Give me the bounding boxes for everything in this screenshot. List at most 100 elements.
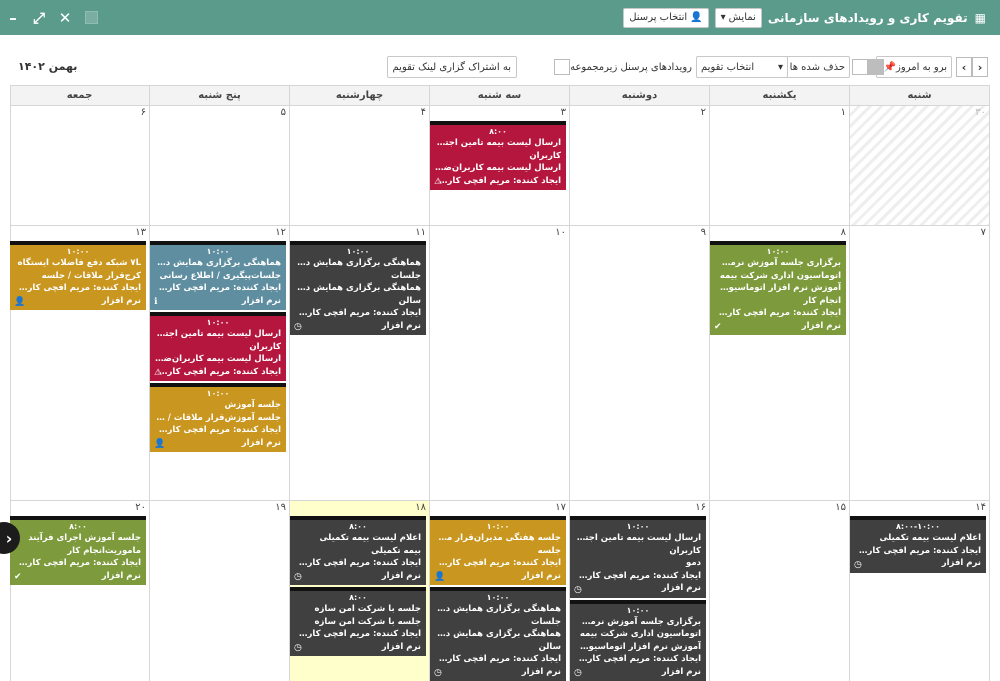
- event-text-line: کاربران: [529, 150, 561, 161]
- day-number: ۴: [420, 107, 426, 118]
- calendar-event[interactable]: ۸:۰۰ جلسه با شرکت امن سازه جلسه با شرکت ام…: [290, 587, 426, 656]
- day-cell[interactable]: ۲۰ ۸:۰۰ جلسه آموزش اجرای فرآیند ماموریت‌انج…: [10, 501, 150, 681]
- event-text-line: برگزاری جلسه آموزش نرمن افزار: [715, 258, 841, 268]
- day-cell[interactable]: ۱۲ ۱۰:۰۰ هماهنگی برگزاری همایش در سالن جلسا…: [150, 226, 290, 501]
- calendar-event[interactable]: ۱۰:۰۰ برگزاری جلسه آموزش نرمن افزار اتوماس…: [710, 241, 846, 335]
- day-cell[interactable]: ۱۱ ۱۰:۰۰ هماهنگی برگزاری همایش در سالن جلسا…: [290, 226, 430, 501]
- calendar-event[interactable]: ۱۰:۰۰ ارسال لیست بیمه تامین اجتماعی کاربرا…: [150, 312, 286, 381]
- weekday-header-cell: پنج شنبه: [150, 86, 290, 106]
- event-status-icon: ◷: [294, 322, 302, 332]
- weekday-header: شنبه یکشنبه دوشنبه سه شنبه چهارشنبه پنج شنبه ج…: [10, 86, 990, 106]
- calendar-select[interactable]: انتخاب تقویم ▾: [696, 56, 788, 78]
- select-staff-button[interactable]: 👤 انتخاب پرسنل: [623, 7, 709, 28]
- event-text-line: ایجاد کننده: مریم افچی کارشناس: [155, 283, 281, 293]
- event-time: ۸:۰۰-۱۰:۰۰: [896, 522, 940, 531]
- event-text-line: ایجاد کننده: مریم افچی کارشناس: [295, 308, 421, 318]
- day-cell[interactable]: ۸ ۱۰:۰۰ برگزاری جلسه آموزش نرمن افزار اتوما…: [710, 226, 850, 501]
- day-cell[interactable]: ۱: [710, 106, 850, 226]
- event-text-line: اتوماسیون اداری شرکت بیمه: [719, 270, 841, 281]
- minimize-icon[interactable]: –: [0, 0, 26, 35]
- calendar-event[interactable]: ۱۰:۰۰برگزاری جلسه آموزش نرمن افزاراتوماس…: [570, 599, 706, 681]
- event-list: ۱۰:۰۰ ارسال لیست بیمه تامین اجتماعی کاربرا…: [570, 516, 709, 681]
- calendar-event[interactable]: ۸:۰۰ ارسال لیست بیمه تامین اجتماعی کاربران…: [430, 121, 566, 190]
- show-dropdown-button[interactable]: نمایش ▾: [714, 7, 762, 28]
- event-text-line: اعلام لیست بیمه تکمیلی: [319, 533, 421, 543]
- event-text-line: اعلام لیست بیمه تکمیلی: [879, 533, 981, 543]
- event-text-line: ایجاد کننده: مریم افچی کارشناس: [155, 425, 281, 435]
- day-cell[interactable]: ۱۳ ۱۰:۰۰ ۷L شبکه دفع فاضلاب ایستگاه کرج‌قرا…: [10, 226, 150, 501]
- day-number: ۱۷: [555, 502, 566, 513]
- event-text-line: آموزش نرم افزار اتوماسیون ادار...: [715, 283, 841, 293]
- event-text-line: نرم افزار: [381, 641, 421, 652]
- day-cell-today[interactable]: ۱۸ ۸:۰۰ اعلام لیست بیمه تکمیلی بیمه تکمیلی ا…: [290, 501, 430, 681]
- close-icon[interactable]: ✕: [52, 0, 78, 35]
- event-time: ۱۰:۰۰: [486, 593, 510, 602]
- event-text-line: جلسه: [537, 545, 561, 556]
- event-text-line: جلسه آموزش‌قرار ملاقات / جلسه: [155, 412, 281, 423]
- day-cell[interactable]: ۷: [850, 226, 990, 501]
- calendar-event[interactable]: ۱۰:۰۰ هماهنگی برگزاری همایش در سالن جلسات ه…: [430, 587, 566, 681]
- event-text-line: نرم افزار: [381, 320, 421, 331]
- day-cell[interactable]: ۱۶ ۱۰:۰۰ ارسال لیست بیمه تامین اجتماعی کارب…: [570, 501, 710, 681]
- day-cell[interactable]: ۴: [290, 106, 430, 226]
- window-square-button[interactable]: [78, 0, 104, 35]
- day-cell[interactable]: ۱۷ ۱۰:۰۰ جلسه هفتگی مدیران‌قرار ملاقات / جل…: [430, 501, 570, 681]
- event-text-line: ایجاد کننده: مریم افچی کارشناس: [575, 654, 701, 664]
- calendar-event[interactable]: ۱۰:۰۰ ۷L شبکه دفع فاضلاب ایستگاه کرج‌قرار …: [10, 241, 146, 310]
- event-list: ۸:۰۰ اعلام لیست بیمه تکمیلی بیمه تکمیلی ایج…: [290, 516, 429, 658]
- deleted-label-box[interactable]: حذف شده ها: [784, 56, 850, 78]
- day-number: ۹: [700, 227, 706, 238]
- event-status-icon: ◷: [294, 572, 302, 582]
- event-text-line: جلسه آموزش اجرای فرآیند: [28, 533, 141, 543]
- calendar-event[interactable]: ۸:۰۰ اعلام لیست بیمه تکمیلی بیمه تکمیلی ایج…: [290, 516, 426, 585]
- calendar-event[interactable]: ۱۰:۰۰ هماهنگی برگزاری همایش در سالن جلسات ه…: [290, 241, 426, 335]
- subordinate-checkbox[interactable]: [554, 59, 571, 75]
- prev-arrow-icon[interactable]: ‹: [956, 57, 972, 77]
- day-number: ۱۲: [275, 227, 286, 238]
- weeks-container: ۳۰ ۱ ۲ ۳ ۸:۰۰ ارسال لیست بیمه تامین اجتماعی کا…: [10, 106, 990, 681]
- day-cell[interactable]: ۱۴ ۸:۰۰-۱۰:۰۰ اعلام لیست بیمه تکمیلی ایجاد …: [850, 501, 990, 681]
- calendar-event[interactable]: ۸:۰۰ جلسه آموزش اجرای فرآیند ماموریت‌انجام…: [10, 516, 146, 585]
- expand-icon[interactable]: ⤢: [26, 0, 52, 35]
- share-link-button[interactable]: به اشتراک گزاری لینک تقویم: [386, 56, 517, 78]
- day-cell[interactable]: ۱۰: [430, 226, 570, 501]
- event-status-icon: ⚠: [154, 368, 163, 378]
- day-cell[interactable]: ۳ ۸:۰۰ ارسال لیست بیمه تامین اجتماعی کاربرا…: [430, 106, 570, 226]
- calendar-event[interactable]: ۸:۰۰-۱۰:۰۰ اعلام لیست بیمه تکمیلی ایجاد کن…: [850, 516, 986, 573]
- day-cell[interactable]: ۱۹: [150, 501, 290, 681]
- event-text-line: جلسات: [531, 616, 561, 627]
- subordinate-toggle[interactable]: رویدادهای پرسنل زیرمجموعه: [549, 56, 692, 78]
- current-month: بهمن ۱۴۰۲: [18, 60, 78, 73]
- day-cell[interactable]: ۳۰: [850, 106, 990, 226]
- calendar-event[interactable]: ۱۰:۰۰ هماهنگی برگزاری همایش در سالن جلسات‌…: [150, 241, 286, 310]
- calendar-event[interactable]: ۱۰:۰۰ جلسه هفتگی مدیران‌قرار ملاقات / جلسه…: [430, 516, 566, 585]
- event-text-line: ایجاد کننده: مریم افچی کارشناس: [15, 283, 141, 293]
- event-text-line: ارسال لیست بیمه کاربران‌ضروری: [435, 163, 561, 173]
- day-cell[interactable]: ۶: [10, 106, 150, 226]
- calendar-event[interactable]: ۱۰:۰۰ ارسال لیست بیمه تامین اجتماعی کاربرا…: [570, 516, 706, 598]
- event-text-line: جلسات: [391, 270, 421, 281]
- deleted-toggle[interactable]: [852, 56, 886, 78]
- event-text-line: بیمه تکمیلی: [371, 545, 421, 556]
- weekday-header-cell: دوشنبه: [570, 86, 710, 106]
- event-status-icon: ✔: [14, 572, 22, 582]
- day-cell[interactable]: ۹: [570, 226, 710, 501]
- event-text-line: ایجاد کننده: مریم افچی کارشناس: [155, 366, 281, 377]
- event-text-line: ایجاد کننده: مریم افچی کارشناس: [435, 175, 561, 186]
- day-number: ۱۹: [275, 502, 286, 513]
- event-text-line: نرم افزار: [661, 583, 701, 593]
- deleted-checkbox[interactable]: [852, 59, 868, 75]
- day-cell[interactable]: ۵: [150, 106, 290, 226]
- share-link-label: به اشتراک گزاری لینک تقویم: [392, 61, 511, 73]
- day-cell[interactable]: ۲: [570, 106, 710, 226]
- event-text-line: هماهنگی برگزاری همایش در سالن: [435, 604, 561, 614]
- event-text-line: نرم افزار: [941, 558, 981, 568]
- next-arrow-icon[interactable]: ›: [972, 57, 988, 77]
- go-today-button[interactable]: 📌 برو به امروز: [875, 56, 952, 78]
- day-number: ۳۰: [975, 107, 986, 118]
- day-cell[interactable]: ۱۵: [710, 501, 850, 681]
- calendar-event[interactable]: ۱۰:۰۰ جلسه آموزش جلسه آموزش‌قرار ملاقات / …: [150, 383, 286, 452]
- event-time: ۱۰:۰۰: [766, 247, 790, 256]
- day-number: ۲: [700, 107, 706, 118]
- weekday-header-cell: چهارشنبه: [290, 86, 430, 106]
